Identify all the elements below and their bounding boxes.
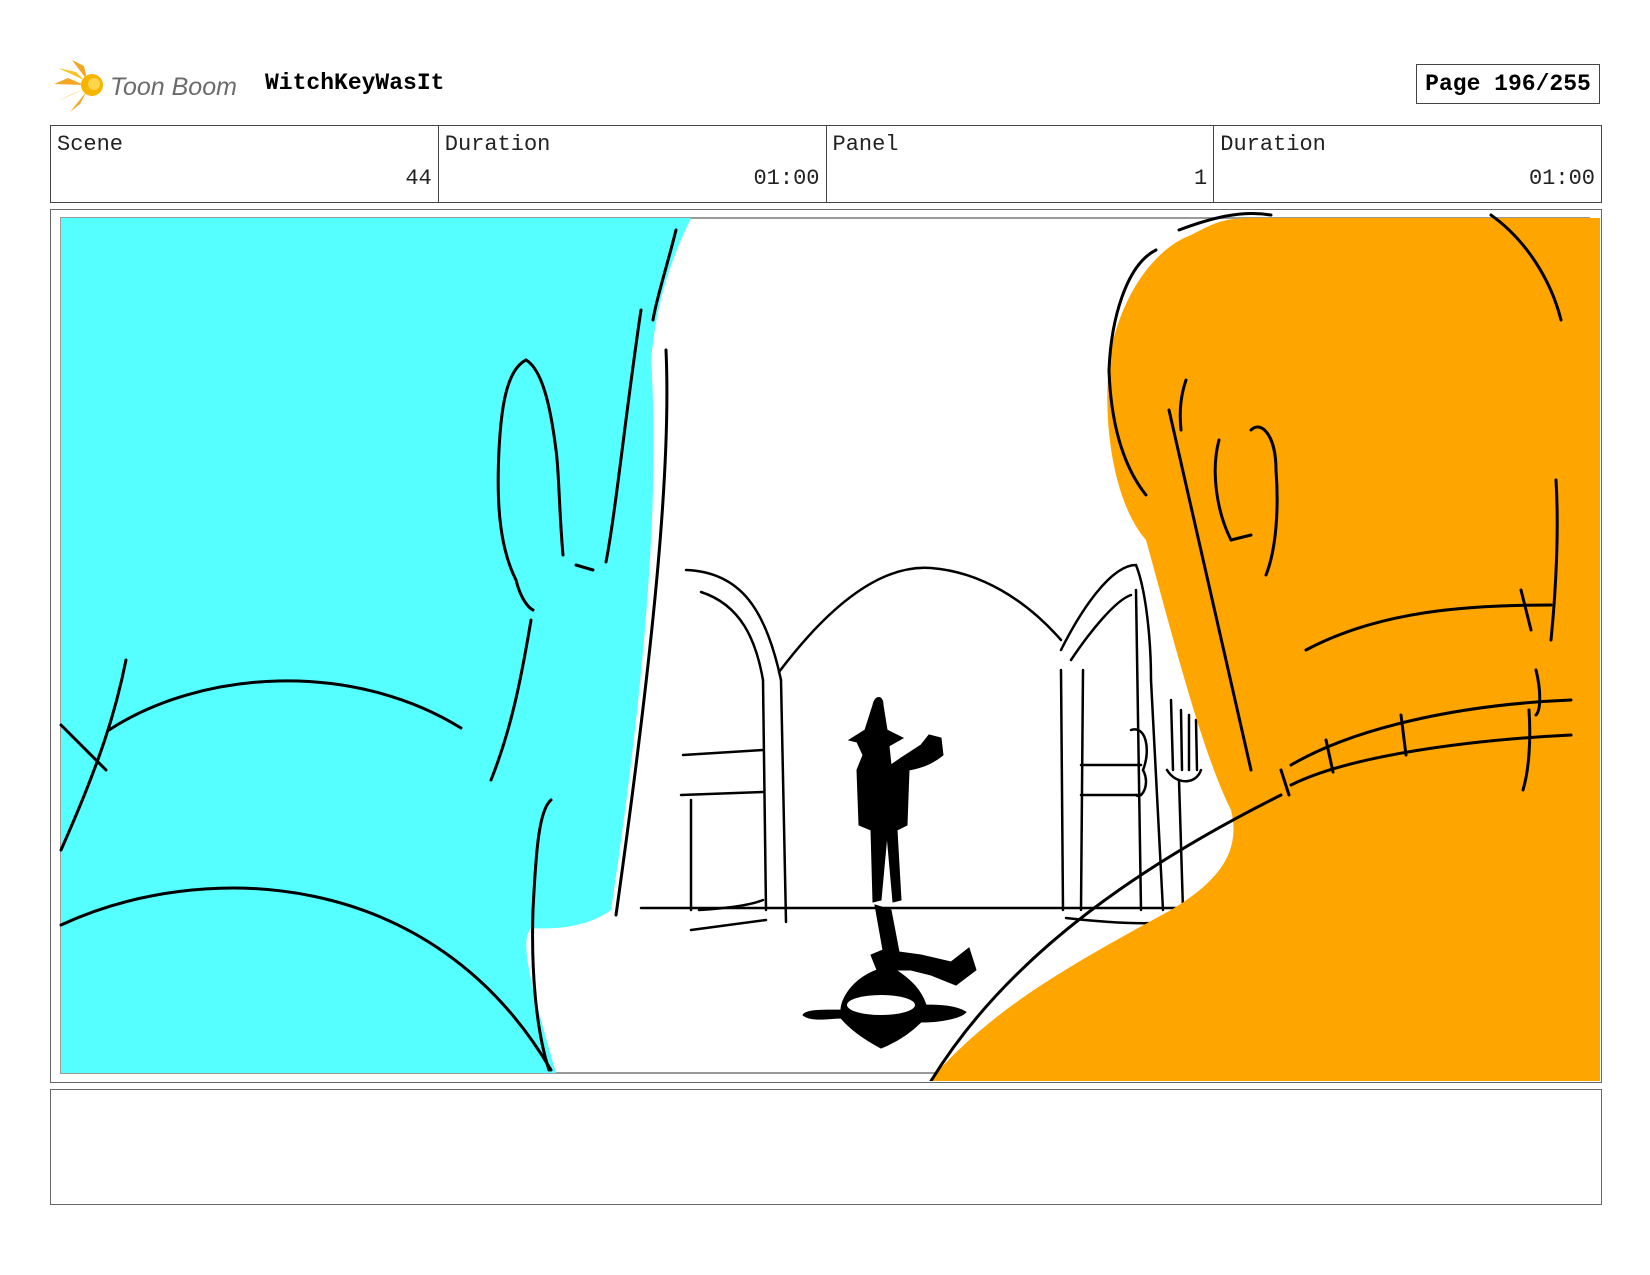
logo-wordmark: Toon Boom <box>110 73 237 101</box>
page-number: Page 196/255 <box>1416 64 1600 104</box>
left-character <box>59 218 691 1073</box>
scene-duration-cell: Duration 01:00 <box>439 126 827 202</box>
panel-duration-value: 01:00 <box>1528 166 1595 191</box>
toon-boom-logo: Toon Boom <box>54 60 237 112</box>
panel-duration-label: Duration <box>1220 132 1326 157</box>
witch-silhouette <box>802 697 977 1049</box>
panel-drawing <box>59 211 1600 1081</box>
panel-notes <box>50 1089 1602 1205</box>
storyboard-panel <box>50 209 1602 1083</box>
panel-duration-cell: Duration 01:00 <box>1214 126 1601 202</box>
scene-value: 44 <box>405 166 432 191</box>
panel-cell: Panel 1 <box>827 126 1215 202</box>
scene-cell: Scene 44 <box>51 126 439 202</box>
panel-label: Panel <box>832 132 899 157</box>
panel-info-table: Scene 44 Duration 01:00 Panel 1 Duration… <box>50 125 1602 203</box>
right-character <box>929 211 1600 1081</box>
scene-label: Scene <box>57 132 124 157</box>
panel-value: 1 <box>1194 166 1208 191</box>
scene-duration-label: Duration <box>444 132 551 157</box>
project-title: WitchKeyWasIt <box>265 70 445 96</box>
starburst-icon <box>54 60 103 112</box>
scene-duration-value: 01:00 <box>753 166 820 191</box>
